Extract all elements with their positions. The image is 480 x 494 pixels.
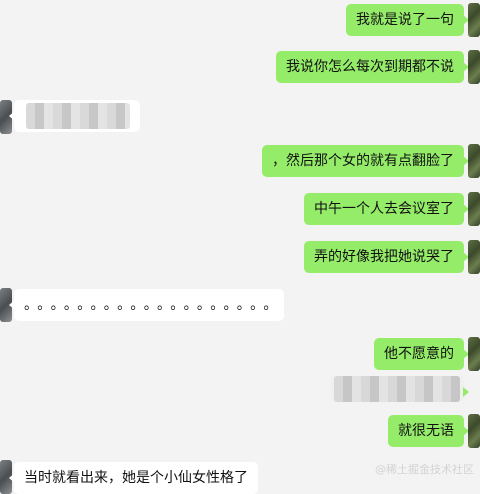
message-bubble-sent[interactable]: 弄的好像我把她说哭了 [304, 241, 469, 273]
message-bubble-received[interactable]: 当时就看出来，她是个小仙女性格了 [9, 462, 258, 494]
contact-avatar[interactable] [468, 240, 480, 274]
message-text: 。。。。。。。。。。。。。。。。。。。 [24, 297, 284, 313]
contact-avatar[interactable] [468, 50, 480, 84]
message-bubble-received[interactable]: 。。。。。。。。。。。。。。。。。。。 [9, 289, 284, 321]
redacted-content [334, 376, 460, 402]
message-text: 我就是说了一句 [356, 12, 454, 28]
message-bubble-sent[interactable]: 他不愿意的 [374, 338, 469, 370]
contact-avatar[interactable] [468, 337, 480, 371]
message-bubble-sent[interactable] [330, 376, 469, 402]
message-text: 中午一个人去会议室了 [314, 201, 454, 217]
contact-avatar[interactable] [468, 414, 480, 448]
message-text: 弄的好像我把她说哭了 [314, 249, 454, 265]
message-bubble-sent[interactable]: 我说你怎么每次到期都不说 [276, 51, 469, 83]
contact-avatar[interactable] [468, 144, 480, 178]
redacted-content [26, 103, 130, 129]
message-text: 就很无语 [398, 423, 454, 439]
message-text: 我说你怎么每次到期都不说 [286, 59, 454, 75]
contact-avatar[interactable] [468, 192, 480, 226]
message-bubble-received[interactable] [9, 100, 140, 132]
message-text: 当时就看出来，她是个小仙女性格了 [24, 470, 248, 486]
contact-avatar[interactable] [468, 3, 480, 37]
message-bubble-sent[interactable]: ，然后那个女的就有点翻脸了 [262, 145, 469, 177]
message-bubble-sent[interactable]: 中午一个人去会议室了 [304, 193, 469, 225]
message-text: 他不愿意的 [384, 346, 454, 362]
message-text: ，然后那个女的就有点翻脸了 [272, 153, 454, 169]
message-bubble-sent[interactable]: 我就是说了一句 [346, 4, 469, 36]
watermark-text: @稀土掘金技术社区 [375, 463, 474, 476]
message-bubble-sent[interactable]: 就很无语 [388, 415, 469, 447]
chat-window: 我就是说了一句 我说你怎么每次到期都不说 ，然后那个女的就有点翻脸了 中午一个人… [0, 0, 480, 494]
